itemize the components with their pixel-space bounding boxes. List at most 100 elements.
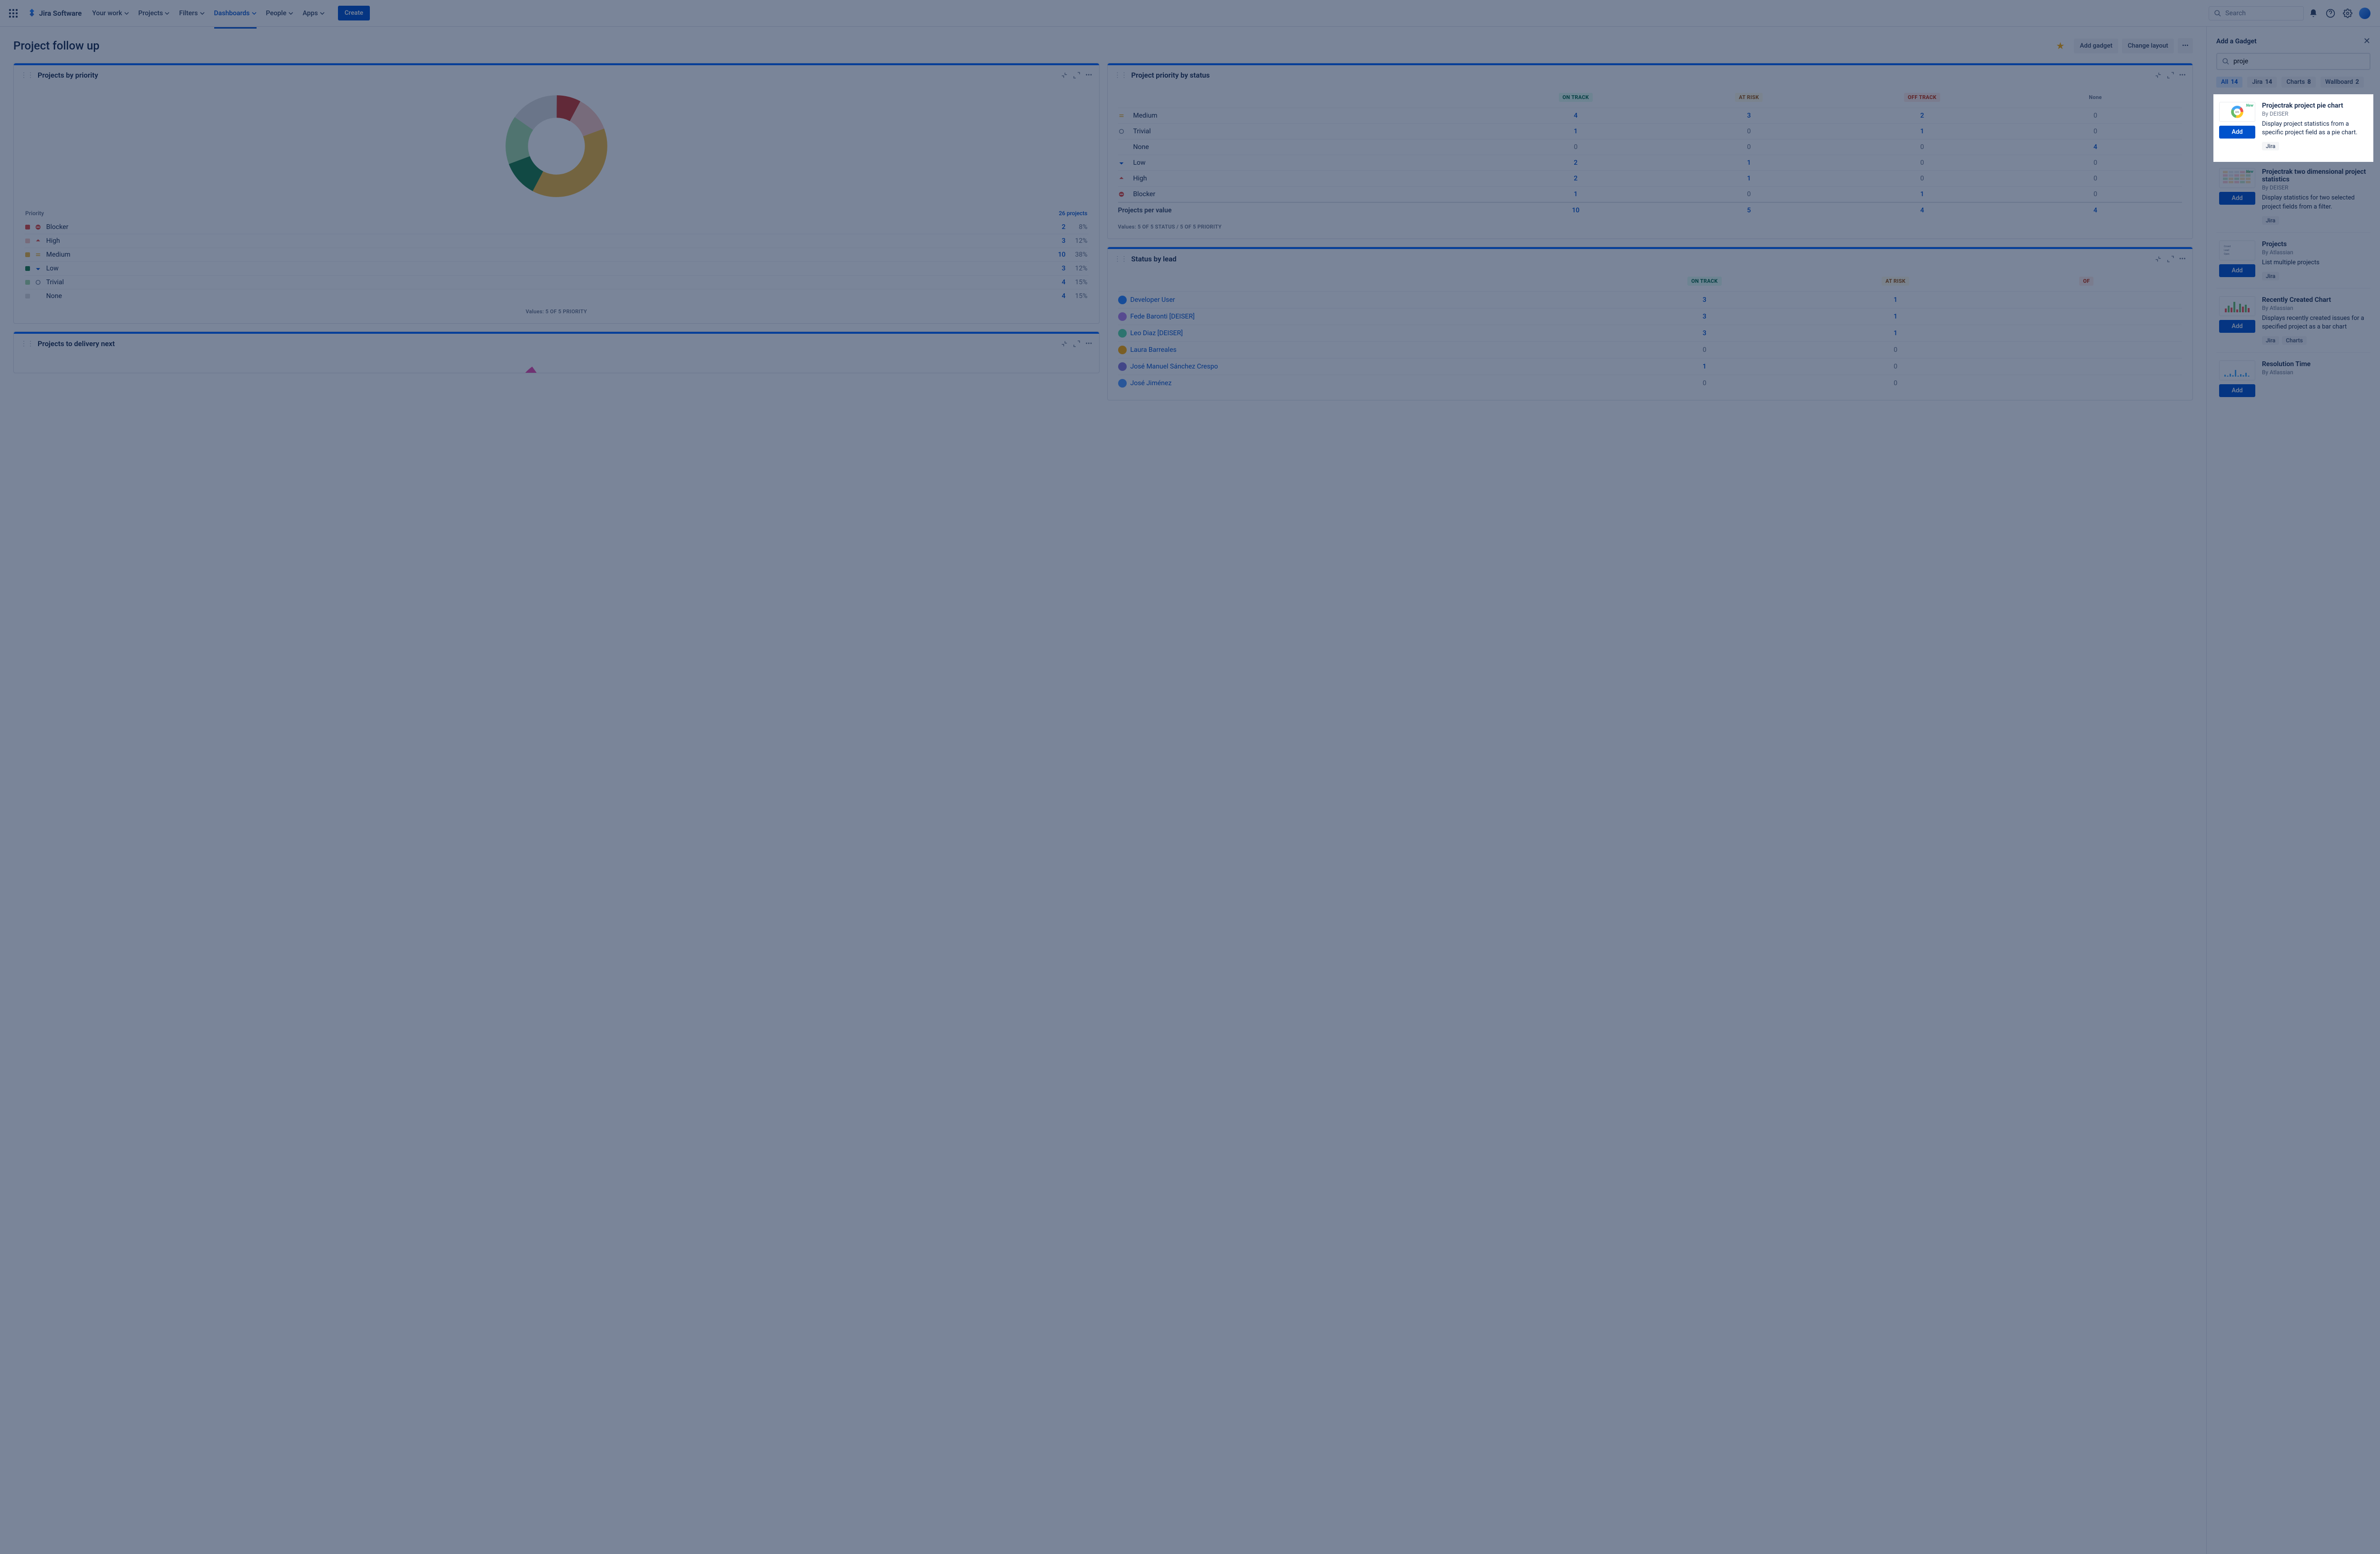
- gadget-thumbnail: 23%New: [2219, 102, 2255, 122]
- legend-count-link[interactable]: 3: [1047, 237, 1066, 245]
- legend-count-link[interactable]: 4: [1047, 292, 1066, 300]
- app-switcher-icon[interactable]: [8, 8, 19, 19]
- table-cell[interactable]: 1: [1609, 363, 1800, 370]
- gadget-priority-by-status: ⋮⋮ Project priority by status ••• ON TRA…: [1107, 63, 2193, 239]
- table-cell[interactable]: 4: [1489, 112, 1662, 120]
- gadget-author: By DEISER: [2262, 110, 2368, 117]
- gadget-description: Displays recently created issues for a s…: [2262, 314, 2368, 331]
- drag-handle-icon[interactable]: ⋮⋮: [1114, 255, 1128, 263]
- nav-item-apps[interactable]: Apps: [298, 6, 329, 21]
- gadget-name: Resolution Time: [2262, 360, 2368, 368]
- table-cell[interactable]: 1: [1662, 159, 1835, 167]
- jira-logo[interactable]: Jira Software: [27, 8, 82, 19]
- profile-avatar[interactable]: [2357, 6, 2372, 21]
- maximize-icon[interactable]: [1073, 71, 1081, 79]
- legend-pct: 15%: [1066, 279, 1088, 286]
- drag-handle-icon[interactable]: ⋮⋮: [20, 340, 34, 348]
- card-title: Projects to delivery next: [38, 339, 1056, 348]
- card-more-icon[interactable]: •••: [2179, 255, 2186, 263]
- table-cell[interactable]: 3: [1609, 296, 1800, 304]
- table-cell[interactable]: 1: [1800, 296, 1991, 304]
- total-cell[interactable]: 4: [1835, 207, 2009, 214]
- priority-blocker-icon: [35, 224, 41, 230]
- priority-high-icon: [35, 238, 41, 244]
- filter-pill-charts[interactable]: Charts 8: [2281, 77, 2315, 88]
- create-button[interactable]: Create: [338, 6, 370, 20]
- nav-item-projects[interactable]: Projects: [134, 6, 175, 21]
- table-cell[interactable]: 2: [1489, 175, 1662, 182]
- add-gadget-button[interactable]: Add: [2219, 384, 2255, 397]
- more-actions-icon[interactable]: •••: [2178, 38, 2193, 53]
- gadget-search[interactable]: [2216, 53, 2370, 70]
- gadget-search-input[interactable]: [2233, 58, 2365, 65]
- table-cell[interactable]: 1: [1835, 190, 2009, 198]
- close-icon[interactable]: ✕: [2363, 36, 2370, 46]
- filter-pill-wallboard[interactable]: Wallboard 2: [2320, 77, 2364, 88]
- maximize-icon[interactable]: [2167, 255, 2174, 263]
- minimize-icon[interactable]: [1061, 340, 1068, 348]
- table-cell[interactable]: 1: [1489, 128, 1662, 135]
- table-cell[interactable]: 1: [1662, 175, 1835, 182]
- table-cell[interactable]: 1: [1800, 329, 1991, 337]
- card-more-icon[interactable]: •••: [1085, 340, 1092, 348]
- notifications-icon[interactable]: [2306, 6, 2321, 21]
- table-cell[interactable]: 3: [1609, 313, 1800, 320]
- nav-item-people[interactable]: People: [261, 6, 298, 21]
- legend-count-link[interactable]: 10: [1047, 251, 1066, 259]
- gadget-tag: Jira: [2262, 336, 2279, 345]
- user-link[interactable]: José Manuel Sánchez Crespo: [1118, 362, 1609, 371]
- add-gadget-button[interactable]: Add gadget: [2074, 39, 2118, 53]
- gadget-projects-delivery-next: ⋮⋮ Projects to delivery next •••: [13, 331, 1100, 373]
- maximize-icon[interactable]: [1073, 340, 1081, 348]
- card-more-icon[interactable]: •••: [1085, 71, 1092, 79]
- table-cell[interactable]: 1: [1800, 313, 1991, 320]
- search-icon: [2222, 58, 2230, 65]
- filter-pill-all[interactable]: All 14: [2216, 77, 2242, 88]
- maximize-icon[interactable]: [2167, 71, 2174, 79]
- legend-count-link[interactable]: 4: [1047, 279, 1066, 286]
- minimize-icon[interactable]: [2154, 71, 2162, 79]
- filter-pill-jira[interactable]: Jira 14: [2247, 77, 2277, 88]
- total-cell[interactable]: 4: [2009, 207, 2182, 214]
- minimize-icon[interactable]: [1061, 71, 1068, 79]
- change-layout-button[interactable]: Change layout: [2122, 39, 2174, 53]
- global-search[interactable]: Search: [2209, 6, 2304, 20]
- total-projects-link[interactable]: 26 projects: [1059, 210, 1087, 217]
- star-icon[interactable]: ★: [2056, 40, 2064, 51]
- minimize-icon[interactable]: [2154, 255, 2162, 263]
- total-cell[interactable]: 5: [1662, 207, 1835, 214]
- user-link[interactable]: Developer User: [1118, 296, 1609, 304]
- legend-count-link[interactable]: 3: [1047, 265, 1066, 272]
- add-gadget-button[interactable]: Add: [2219, 192, 2255, 205]
- table-cell[interactable]: 1: [1489, 190, 1662, 198]
- card-more-icon[interactable]: •••: [2179, 71, 2186, 79]
- user-link[interactable]: Laura Barreales: [1118, 346, 1609, 354]
- add-gadget-button[interactable]: Add: [2219, 126, 2255, 139]
- total-cell[interactable]: 10: [1489, 207, 1662, 214]
- user-link[interactable]: Fede Baronti [DEISER]: [1118, 312, 1609, 321]
- nav-item-filters[interactable]: Filters: [174, 6, 209, 21]
- table-cell[interactable]: 2: [1489, 159, 1662, 167]
- priority-medium-icon: [35, 251, 41, 258]
- table-cell[interactable]: 3: [1662, 112, 1835, 120]
- table-cell: 0: [2009, 190, 2182, 198]
- table-cell[interactable]: 1: [1835, 128, 2009, 135]
- drag-handle-icon[interactable]: ⋮⋮: [20, 71, 34, 79]
- table-cell[interactable]: 4: [2009, 143, 2182, 151]
- user-link[interactable]: José Jiménez: [1118, 379, 1609, 388]
- settings-icon[interactable]: [2340, 6, 2355, 21]
- add-gadget-button[interactable]: Add: [2219, 264, 2255, 277]
- user-link[interactable]: Leo Diaz [DEISER]: [1118, 329, 1609, 338]
- legend-label: Low: [46, 265, 1047, 272]
- add-gadget-button[interactable]: Add: [2219, 320, 2255, 333]
- nav-item-dashboards[interactable]: Dashboards: [209, 6, 261, 21]
- totals-label: Projects per value: [1118, 207, 1489, 214]
- nav-item-your-work[interactable]: Your work: [88, 6, 134, 21]
- gadget-description: Display statistics for two selected proj…: [2262, 194, 2368, 211]
- drag-handle-icon[interactable]: ⋮⋮: [1114, 71, 1128, 79]
- legend-pct: 38%: [1066, 251, 1088, 259]
- legend-count-link[interactable]: 2: [1047, 223, 1066, 231]
- table-cell[interactable]: 3: [1609, 329, 1800, 337]
- table-cell[interactable]: 2: [1835, 112, 2009, 120]
- help-icon[interactable]: [2323, 6, 2338, 21]
